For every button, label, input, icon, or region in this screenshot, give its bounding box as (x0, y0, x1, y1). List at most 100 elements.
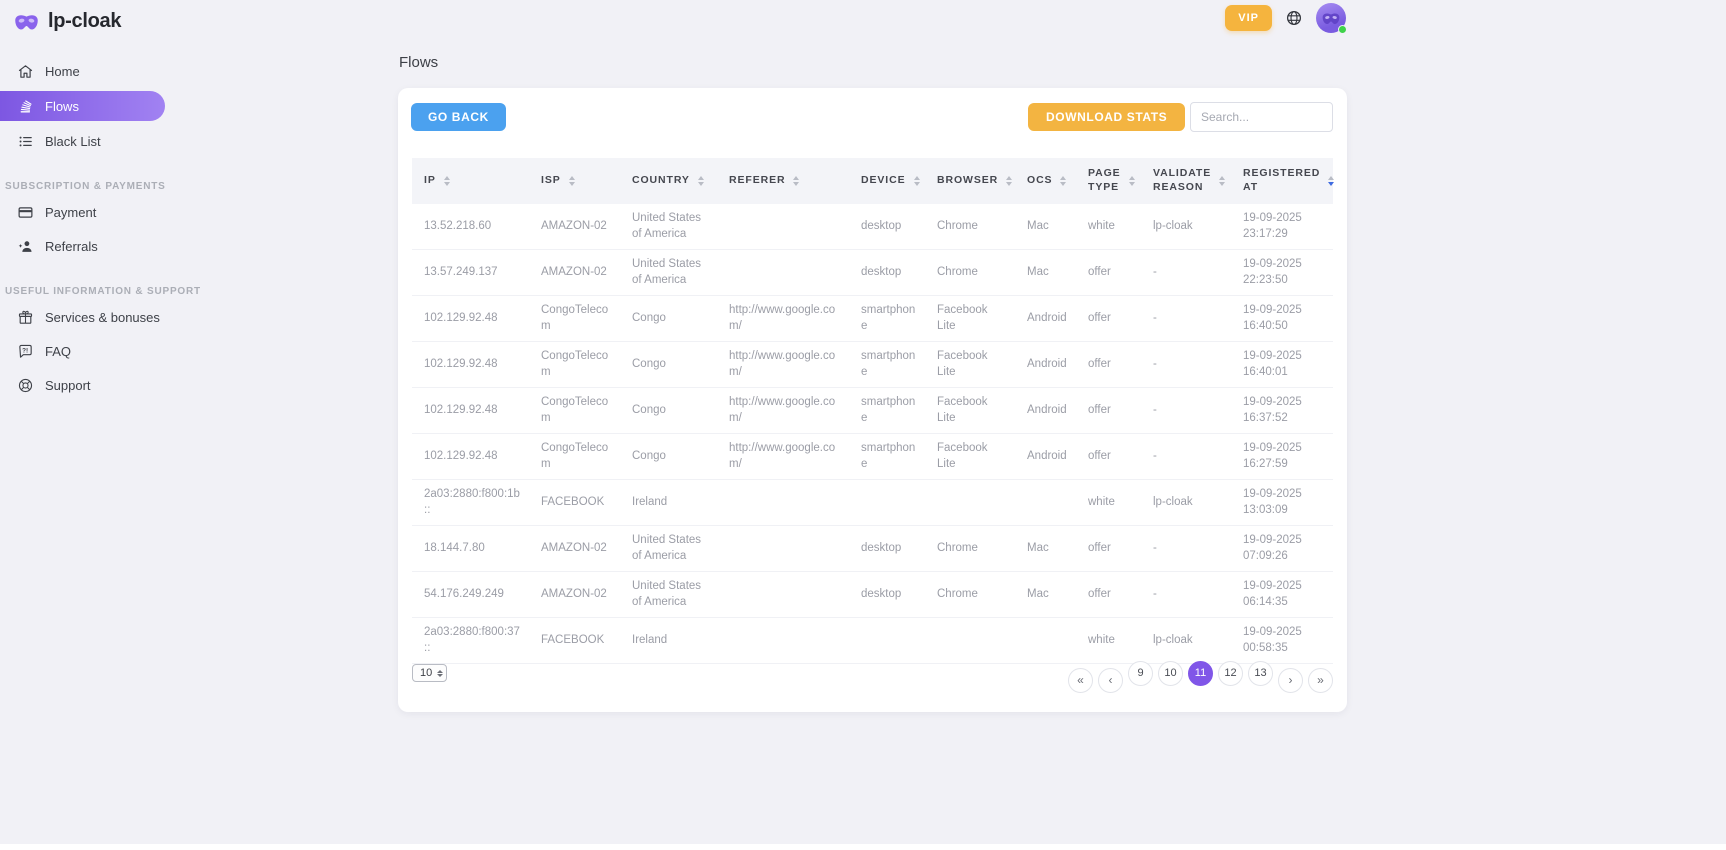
cell-ip: 102.129.92.48 (412, 342, 529, 388)
cell-ip: 13.52.218.60 (412, 204, 529, 250)
topbar: VIP (1225, 3, 1346, 33)
page-button-11[interactable]: 11 (1188, 661, 1213, 686)
cell-device: smartphone (849, 296, 925, 342)
cell-ocs: Mac (1015, 250, 1076, 296)
cell-country: Congo (620, 434, 717, 480)
home-icon (17, 63, 34, 80)
cell-ocs: Android (1015, 296, 1076, 342)
page-button-last[interactable]: » (1308, 668, 1333, 693)
cell-referer (717, 526, 849, 572)
cell-country: Congo (620, 388, 717, 434)
cell-device: smartphone (849, 342, 925, 388)
cell-registered-at: 19-09-2025 06:14:35 (1231, 572, 1333, 618)
sidebar-item-faq[interactable]: FAQ (0, 337, 165, 365)
column-header-isp[interactable]: ISP (529, 158, 620, 204)
cell-ocs: Android (1015, 434, 1076, 480)
search-input[interactable] (1190, 102, 1333, 132)
cell-browser: Chrome (925, 572, 1015, 618)
cell-page-type: offer (1076, 342, 1141, 388)
column-label: VALIDATE REASON (1153, 167, 1211, 194)
cell-registered-at: 19-09-2025 22:23:50 (1231, 250, 1333, 296)
cell-validate-reason: - (1141, 572, 1231, 618)
table-row: 2a03:2880:f800:1b::FACEBOOKIrelandwhitel… (412, 480, 1333, 526)
sidebar-item-home[interactable]: Home (0, 57, 165, 85)
sidebar-item-black-list[interactable]: Black List (0, 127, 165, 155)
cell-ocs: Android (1015, 342, 1076, 388)
language-button[interactable] (1285, 9, 1303, 27)
cell-referer (717, 250, 849, 296)
sort-icon (1219, 176, 1225, 186)
sidebar-item-referrals[interactable]: Referrals (0, 232, 165, 260)
column-header-ip[interactable]: IP (412, 158, 529, 204)
column-label: COUNTRY (632, 174, 690, 188)
page-button-first[interactable]: « (1068, 668, 1093, 693)
column-header-browser[interactable]: BROWSER (925, 158, 1015, 204)
sidebar-item-flows[interactable]: Flows (0, 91, 165, 121)
cell-referer (717, 480, 849, 526)
sort-icon (1060, 176, 1066, 186)
sort-icon (1328, 176, 1334, 186)
page-title: Flows (399, 54, 438, 71)
column-header-page-type[interactable]: PAGE TYPE (1076, 158, 1141, 204)
cell-device: smartphone (849, 388, 925, 434)
sort-icon (698, 176, 704, 186)
sort-icon (1006, 176, 1012, 186)
cell-validate-reason: - (1141, 342, 1231, 388)
faq-icon (17, 343, 34, 360)
gift-icon (17, 309, 34, 326)
table-row: 102.129.92.48CongoTelecomCongohttp://www… (412, 296, 1333, 342)
avatar-mask-icon (1321, 11, 1341, 26)
table-row: 102.129.92.48CongoTelecomCongohttp://www… (412, 342, 1333, 388)
cell-page-type: offer (1076, 250, 1141, 296)
column-header-registered-at[interactable]: REGISTERED AT (1231, 158, 1333, 204)
sidebar-item-label: FAQ (45, 344, 71, 359)
cell-ocs: Mac (1015, 204, 1076, 250)
cell-page-type: white (1076, 204, 1141, 250)
page-button-10[interactable]: 10 (1158, 661, 1183, 686)
flows-card: GO BACK DOWNLOAD STATS IP ISP COUNTRY REFER… (398, 88, 1347, 712)
cell-device: desktop (849, 572, 925, 618)
avatar[interactable] (1316, 3, 1346, 33)
cell-country: Congo (620, 342, 717, 388)
column-header-ocs[interactable]: OCS (1015, 158, 1076, 204)
page-size-select[interactable]: 10 (412, 664, 447, 682)
sort-icon (793, 176, 799, 186)
download-stats-button[interactable]: DOWNLOAD STATS (1028, 103, 1185, 131)
cell-referer (717, 572, 849, 618)
cell-page-type: offer (1076, 434, 1141, 480)
brand-logo[interactable]: lp-cloak (0, 0, 200, 43)
sidebar-item-label: Support (45, 378, 91, 393)
page-button-13[interactable]: 13 (1248, 661, 1273, 686)
cell-validate-reason: - (1141, 388, 1231, 434)
column-header-device[interactable]: DEVICE (849, 158, 925, 204)
page-button-9[interactable]: 9 (1128, 661, 1153, 686)
cell-device: desktop (849, 204, 925, 250)
column-label: IP (424, 174, 436, 188)
go-back-button[interactable]: GO BACK (411, 103, 506, 131)
column-header-referer[interactable]: REFERER (717, 158, 849, 204)
column-header-validate-reason[interactable]: VALIDATE REASON (1141, 158, 1231, 204)
page-button-prev[interactable]: ‹ (1098, 668, 1123, 693)
column-header-country[interactable]: COUNTRY (620, 158, 717, 204)
cell-registered-at: 19-09-2025 23:17:29 (1231, 204, 1333, 250)
sidebar-item-services-bonuses[interactable]: Services & bonuses (0, 303, 165, 331)
cell-browser: Facebook Lite (925, 434, 1015, 480)
page-size-value: 10 (420, 667, 432, 679)
vip-button[interactable]: VIP (1225, 5, 1272, 31)
cell-referer: http://www.google.com/ (717, 388, 849, 434)
referrals-icon (17, 238, 34, 255)
cell-ocs (1015, 480, 1076, 526)
page-button-next[interactable]: › (1278, 668, 1303, 693)
stepper-icon (437, 670, 443, 677)
cell-referer: http://www.google.com/ (717, 342, 849, 388)
online-status-dot (1338, 25, 1347, 34)
cell-browser: Chrome (925, 250, 1015, 296)
sidebar-item-payment[interactable]: Payment (0, 198, 165, 226)
page-button-12[interactable]: 12 (1218, 661, 1243, 686)
table-row: 102.129.92.48CongoTelecomCongohttp://www… (412, 388, 1333, 434)
cell-ip: 102.129.92.48 (412, 296, 529, 342)
sidebar-item-label: Payment (45, 205, 96, 220)
sidebar-item-support[interactable]: Support (0, 371, 165, 399)
table-row: 18.144.7.80AMAZON-02United States of Ame… (412, 526, 1333, 572)
cell-ip: 102.129.92.48 (412, 388, 529, 434)
